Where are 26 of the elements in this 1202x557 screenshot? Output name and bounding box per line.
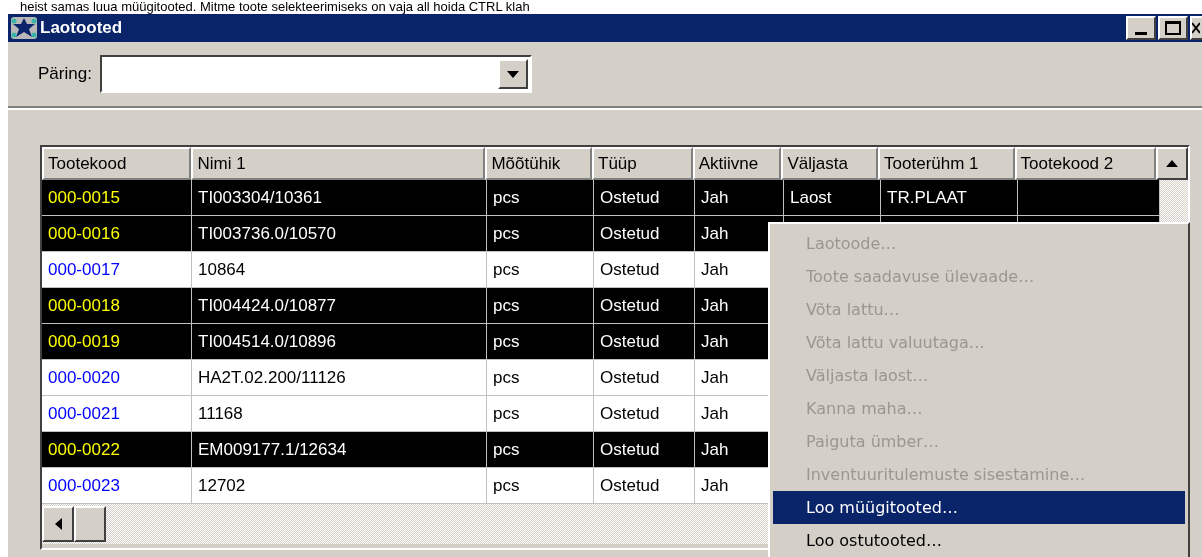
column-header[interactable]: Tüüp: [592, 147, 693, 180]
column-header[interactable]: Väljasta: [781, 147, 879, 180]
intro-text: heist samas luua müügitooted. Mitme toote selekteerimiseks on vaja all hoida CTRL klah: [20, 0, 530, 14]
column-header[interactable]: Aktiivne: [692, 147, 782, 180]
scroll-up-button[interactable]: [1156, 147, 1188, 180]
close-icon: [1192, 22, 1200, 34]
scroll-left-button[interactable]: [42, 506, 74, 542]
column-header[interactable]: Nimi 1: [191, 147, 486, 180]
column-header[interactable]: Tootekood 2: [1014, 147, 1157, 180]
column-header[interactable]: Mõõtühik: [485, 147, 593, 180]
close-button[interactable]: [1190, 16, 1202, 40]
caret-icon: [506, 70, 519, 78]
up-arrow-icon: [1166, 160, 1179, 167]
window-title: Laotooted: [40, 17, 123, 40]
scroll-thumb[interactable]: [74, 506, 106, 542]
minimize-button[interactable]: [1126, 16, 1156, 40]
query-dropdown[interactable]: [99, 55, 532, 93]
maximize-button[interactable]: [1158, 16, 1188, 40]
table-row[interactable]: 000-0015 TI003304/10361 pcs Ostetud Jah Laost TR.PLAAT: [42, 180, 1160, 216]
query-label: Päring:: [38, 63, 92, 86]
column-header[interactable]: Tooterühm 1: [878, 147, 1015, 180]
dropdown-button[interactable]: [497, 59, 528, 89]
column-header[interactable]: Tootekood: [42, 147, 192, 180]
menu-item[interactable]: Loo müügitooted…: [773, 491, 1185, 524]
left-arrow-icon: [54, 518, 62, 530]
menu-item[interactable]: Loo ostutooted…: [773, 524, 1185, 557]
